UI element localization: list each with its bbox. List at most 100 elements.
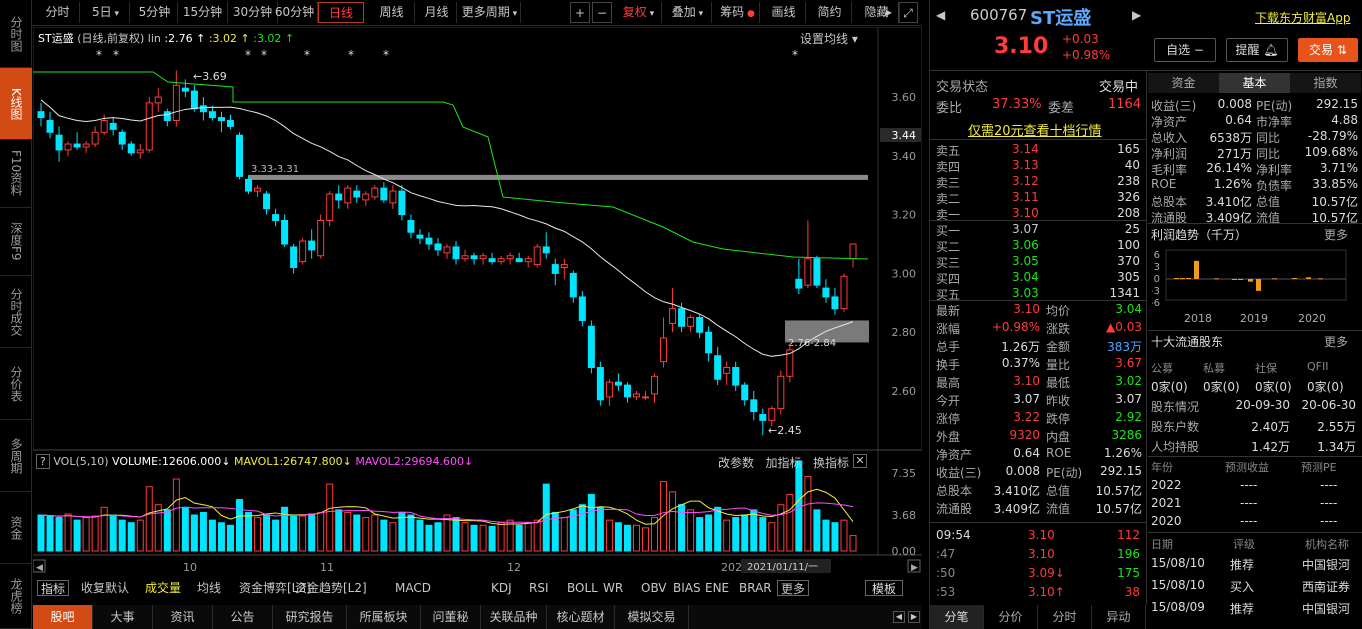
volume-bar xyxy=(497,522,505,552)
bottom-tab-3[interactable]: 公告 xyxy=(213,605,273,629)
divider xyxy=(1148,223,1362,224)
indicator-tab-0[interactable]: 指标 xyxy=(37,580,70,596)
bottom-tab-2[interactable]: 资讯 xyxy=(153,605,213,629)
help-icon[interactable]: ? xyxy=(36,454,50,469)
tick-time: :50 xyxy=(936,566,956,580)
ask-label: 卖四 xyxy=(936,160,961,174)
volume-bar xyxy=(488,525,496,552)
leftnav-item-5[interactable]: 分价表 xyxy=(0,348,32,420)
indicator-tab-13[interactable]: ENE xyxy=(705,580,729,596)
toolbar-right-3[interactable]: 叠加 ▾ xyxy=(664,2,712,23)
indicator-tab-1[interactable]: 收复默认 xyxy=(81,580,129,596)
indicator-tab-3[interactable]: 均线 xyxy=(197,580,221,596)
tick-tab-0[interactable]: 分笔 xyxy=(930,605,984,629)
candle-body xyxy=(64,143,72,151)
chevron-right-icon[interactable]: ▸ xyxy=(882,2,896,23)
f10-tab-0[interactable]: 资金 xyxy=(1148,73,1219,93)
stat-label: 流通股 xyxy=(936,502,973,516)
leftnav-item-0[interactable]: 分时图 xyxy=(0,0,32,68)
tick-tab-3[interactable]: 异动 xyxy=(1092,605,1146,629)
period-tab-5[interactable]: 60分钟 xyxy=(272,2,318,23)
period-tab-2[interactable]: 5分钟 xyxy=(132,2,178,23)
leftnav-item-3[interactable]: 深度F9 xyxy=(0,208,32,276)
stock-name-label: ST运盛 xyxy=(38,32,74,45)
toolbar-right-1[interactable]: − xyxy=(592,2,612,23)
toolbar-right-4[interactable]: 筹码 ● xyxy=(716,2,760,23)
edit-params-link[interactable]: 改参数 xyxy=(718,456,754,470)
period-tab-4[interactable]: 30分钟 xyxy=(228,2,278,23)
period-tab-3[interactable]: 15分钟 xyxy=(178,2,228,23)
leftnav-item-2[interactable]: F10资料 xyxy=(0,140,32,208)
period-tab-1[interactable]: 5日 ▾ xyxy=(82,2,130,23)
next-stock-icon[interactable]: ▶ xyxy=(1132,8,1141,22)
add-indicator-link[interactable]: 加指标 xyxy=(765,456,801,470)
indicator-tab-5[interactable]: 资金趋势[L2] xyxy=(295,580,367,596)
leftnav-item-1[interactable]: K线图 xyxy=(0,68,32,140)
leftnav-item-7[interactable]: 资金 xyxy=(0,492,32,564)
bottom-tab-0[interactable]: 股吧 xyxy=(33,605,93,629)
holder-row-v2: 2.55万 xyxy=(1317,420,1356,434)
indicator-tab-14[interactable]: BRAR xyxy=(739,580,772,596)
bottom-tab-8[interactable]: 核心题材 xyxy=(547,605,615,629)
bottom-tab-1[interactable]: 大事 xyxy=(93,605,153,629)
indicator-tab-2[interactable]: 成交量 xyxy=(145,580,181,596)
prev-stock-icon[interactable]: ◀ xyxy=(936,8,945,22)
stat-label: 量比 xyxy=(1046,358,1071,372)
forecast-year: 2021 xyxy=(1151,496,1182,510)
indicator-tab-10[interactable]: WR xyxy=(603,580,623,596)
leftnav-item-8[interactable]: 龙虎榜 xyxy=(0,564,32,629)
indicator-tab-8[interactable]: RSI xyxy=(529,580,549,596)
switch-indicator-link[interactable]: 换指标 xyxy=(813,456,849,470)
ten-level-link[interactable]: 仅需20元查看十档行情 xyxy=(968,120,1102,139)
bottom-tab-4[interactable]: 研究报告 xyxy=(273,605,347,629)
period-tab-6[interactable]: 日线 xyxy=(318,2,364,23)
fullscreen-icon[interactable]: ⤢ xyxy=(898,2,918,23)
candle-body xyxy=(777,375,785,410)
bottom-tab-7[interactable]: 关联品种 xyxy=(481,605,547,629)
kline-chart[interactable]: 3.603.403.203.002.802.603.443.33-3.312.7… xyxy=(33,27,922,606)
lin-label: lin xyxy=(147,32,161,45)
volume-bar xyxy=(416,519,424,552)
toolbar-right-2[interactable]: 复权 ▾ xyxy=(616,2,662,23)
f10-tab-1[interactable]: 基本 xyxy=(1219,73,1290,93)
indicator-tab-7[interactable]: KDJ xyxy=(491,580,512,596)
toolbar-right-5[interactable]: 画线 xyxy=(762,2,806,23)
toolbar-right-0[interactable]: + xyxy=(570,2,590,23)
tick-tab-1[interactable]: 分价 xyxy=(984,605,1038,629)
download-app-link[interactable]: 下载东方财富App xyxy=(1255,9,1350,26)
bottom-tab-9[interactable]: 模拟交易 xyxy=(615,605,689,629)
price-axis-label: 3.00 xyxy=(892,267,917,280)
bottom-tab-6[interactable]: 问董秘 xyxy=(421,605,481,629)
indicator-tab-6[interactable]: MACD xyxy=(395,580,431,596)
indicator-tab-16[interactable]: 模板 xyxy=(865,580,904,596)
indicator-tab-15[interactable]: 更多 xyxy=(777,580,810,596)
holder-row-v1: 1.42万 xyxy=(1251,440,1290,454)
indicator-tab-12[interactable]: BIAS xyxy=(673,580,701,596)
candle-body xyxy=(641,396,649,399)
indicator-tab-11[interactable]: OBV xyxy=(641,580,667,596)
add-watchlist-button[interactable]: 自选 − xyxy=(1154,38,1216,62)
trade-button[interactable]: 交易 ⇅ xyxy=(1298,38,1358,62)
prev-icon[interactable]: ◀ xyxy=(893,611,905,623)
bottom-tab-5[interactable]: 所属板块 xyxy=(347,605,421,629)
tick-tab-2[interactable]: 分时 xyxy=(1038,605,1092,629)
next-icon[interactable]: ▶ xyxy=(908,611,920,623)
period-tab-8[interactable]: 月线 xyxy=(417,2,457,23)
ma-setting-link[interactable]: 设置均线 ▾ xyxy=(800,30,858,47)
volume-bar xyxy=(37,514,45,552)
indicator-tab-9[interactable]: BOLL xyxy=(567,580,598,596)
period-tab-0[interactable]: 分时 xyxy=(36,2,80,23)
period-tab-9[interactable]: 更多周期 ▾ xyxy=(459,2,521,23)
profit-more-link[interactable]: 更多 xyxy=(1324,226,1348,243)
f10-tab-2[interactable]: 指数 xyxy=(1290,73,1361,93)
alert-button[interactable]: 提醒 🔔︎ xyxy=(1226,38,1288,62)
leftnav-item-6[interactable]: 多周期 xyxy=(0,420,32,492)
close-icon[interactable]: ✕ xyxy=(853,454,867,468)
period-tab-7[interactable]: 周线 xyxy=(369,2,415,23)
candle-body xyxy=(380,187,388,201)
holders-more-link[interactable]: 更多 xyxy=(1324,333,1348,350)
f10-label: 市净率 xyxy=(1256,115,1293,129)
toolbar-right-6[interactable]: 简约 xyxy=(808,2,852,23)
leftnav-item-4[interactable]: 分时成交 xyxy=(0,276,32,348)
stat-value: 0.008 xyxy=(1005,464,1040,478)
